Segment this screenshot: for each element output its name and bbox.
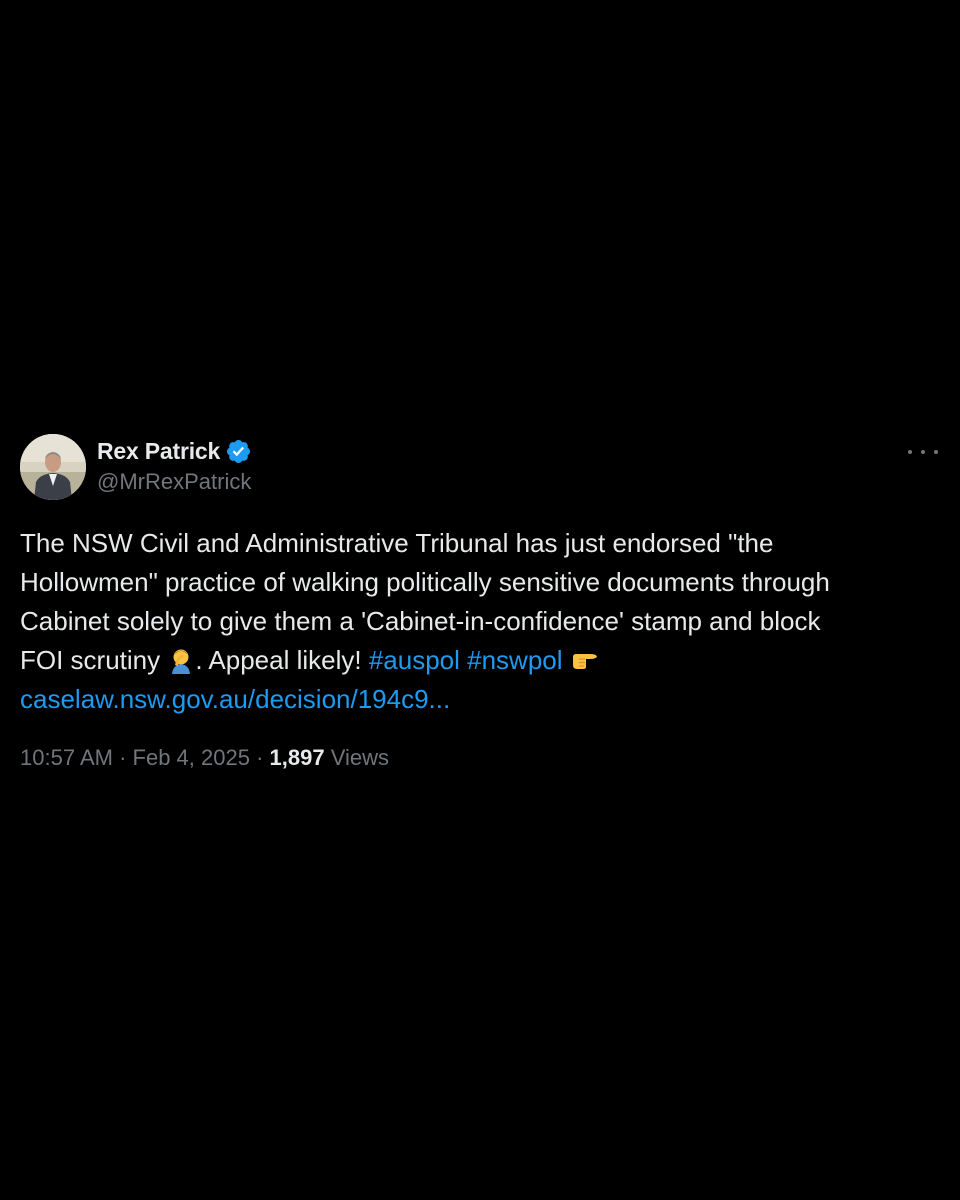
display-name-row: Rex Patrick — [97, 436, 252, 466]
dot — [908, 450, 912, 454]
handle[interactable]: @MrRexPatrick — [97, 469, 252, 495]
author-names: Rex Patrick @MrRexPatrick — [97, 436, 252, 495]
dot — [921, 450, 925, 454]
tweet-line: FOI scrutiny . Appeal likely! #auspol #n… — [20, 641, 940, 680]
pointing-right-emoji — [570, 646, 598, 674]
verified-badge-icon[interactable] — [225, 438, 252, 465]
views-count[interactable]: 1,897 — [270, 745, 325, 770]
display-name[interactable]: Rex Patrick — [97, 438, 220, 465]
more-options-icon[interactable] — [908, 440, 938, 464]
separator: · — [249, 745, 270, 770]
tweet-line: Hollowmen" practice of walking political… — [20, 567, 830, 597]
tweet-text-segment: FOI scrutiny — [20, 645, 161, 675]
tweet-line: The NSW Civil and Administrative Tribuna… — [20, 528, 774, 558]
tweet-header: Rex Patrick @MrRexPatrick — [20, 434, 940, 502]
tweet-meta: 10:57 AM · Feb 4, 2025 · 1,897 Views — [20, 745, 940, 771]
separator: · — [112, 745, 133, 770]
hashtag-auspol[interactable]: #auspol — [369, 645, 460, 675]
tweet: Rex Patrick @MrRexPatrick The NSW Civil … — [20, 434, 940, 771]
timestamp-time[interactable]: 10:57 AM — [20, 745, 113, 770]
tweet-text-segment: . Appeal likely! — [195, 645, 362, 675]
timestamp-date[interactable]: Feb 4, 2025 — [133, 745, 250, 770]
avatar[interactable] — [20, 434, 86, 500]
external-link[interactable]: caselaw.nsw.gov.au/decision/194c9... — [20, 680, 940, 719]
profile-photo — [20, 434, 86, 500]
dot — [934, 450, 938, 454]
hashtag-nswpol[interactable]: #nswpol — [467, 645, 562, 675]
tweet-line: Cabinet solely to give them a 'Cabinet-i… — [20, 606, 821, 636]
tweet-text: The NSW Civil and Administrative Tribuna… — [20, 524, 940, 719]
man-facepalming-emoji — [167, 646, 195, 674]
views-label[interactable]: Views — [331, 745, 389, 770]
